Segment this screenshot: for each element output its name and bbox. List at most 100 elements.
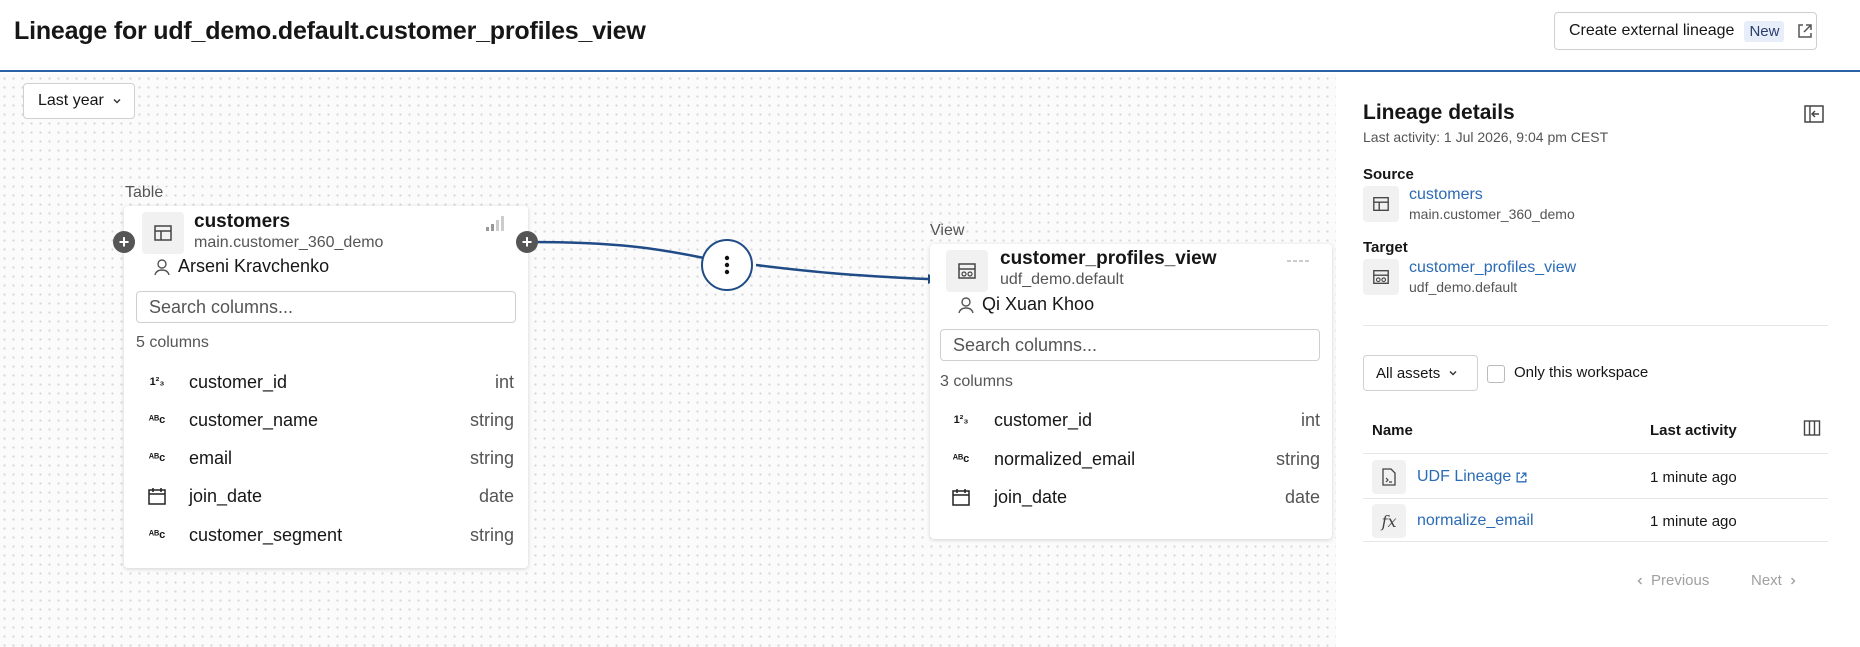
target-asset-schema: udf_demo.default [1409,279,1518,295]
table-row-name-link[interactable]: normalize_email [1417,512,1534,530]
source-label: Source [1363,166,1414,183]
kebab-menu-icon [724,255,730,275]
column-type: date [478,485,514,506]
expand-downstream-button[interactable]: + [516,231,538,253]
previous-page-button[interactable]: Previous [1635,572,1709,589]
column-name: normalized_email [994,448,1136,469]
integer-icon: 1²₃ [149,376,165,388]
last-activity-text: Last activity: 1 Jul 2026, 9:04 pm CEST [1363,129,1609,145]
function-icon: fx [1372,504,1406,538]
column-name: join_date [189,485,263,506]
column-name: customer_id [189,371,288,392]
chevron-right-icon [1790,577,1796,584]
source-node-name[interactable]: customers [194,211,290,233]
view-icon [1363,259,1399,295]
next-label: Next [1751,572,1782,589]
source-asset-link[interactable]: customers main.customer_360_demo [1363,186,1575,222]
target-node-schema: udf_demo.default [1000,271,1124,288]
column-name: customer_segment [189,524,343,545]
lineage-canvas[interactable]: Last year Table customers main.customer_… [0,74,1336,647]
target-node-name[interactable]: customer_profiles_view [1000,248,1216,270]
create-external-lineage-button[interactable]: Create external lineage New [1554,12,1817,50]
chevron-left-icon [1637,577,1642,584]
target-asset-name[interactable]: customer_profiles_view [1409,259,1576,277]
only-workspace-label[interactable]: Only this workspace [1514,364,1648,381]
source-column-count: 5 columns [136,334,209,351]
string-icon: ᴬᴮc [148,414,166,426]
target-column-row[interactable]: 1²₃ customer_id int [948,408,1320,432]
source-asset-name[interactable]: customers [1409,186,1575,204]
column-type: date [1284,486,1320,507]
calendar-icon [948,485,974,509]
table-divider [1363,498,1828,499]
table-row-name-link[interactable]: UDF Lineage [1417,468,1528,486]
table-header-activity[interactable]: Last activity [1650,422,1737,439]
table-divider [1363,453,1828,454]
target-column-search-input[interactable]: Search columns... [940,329,1320,361]
edge-options-button[interactable] [701,239,753,291]
collapse-panel-icon[interactable] [1803,104,1825,124]
source-column-row[interactable]: 1²₃ customer_id int [144,370,514,394]
new-badge: New [1744,20,1785,42]
row-time: 1 minute ago [1650,469,1737,486]
signal-empty-icon [1287,260,1309,262]
signal-strength-icon [486,216,504,231]
target-column-row[interactable]: ᴬᴮc normalized_email string [948,447,1320,471]
row-name: UDF Lineage [1417,468,1512,485]
previous-label: Previous [1651,572,1710,589]
view-icon [946,250,988,292]
source-node-type: Table [125,184,164,201]
table-header-name[interactable]: Name [1372,422,1413,439]
user-icon [154,258,170,275]
target-search-placeholder: Search columns... [953,334,1098,355]
source-column-row[interactable]: ᴬᴮc customer_segment string [144,523,514,547]
source-column-search-input[interactable]: Search columns... [136,291,516,323]
target-node-type: View [930,222,965,239]
table-divider [1363,541,1828,542]
lineage-details-panel: Lineage details Last activity: 1 Jul 202… [1337,74,1860,647]
asset-filter-dropdown[interactable]: All assets [1363,355,1478,391]
columns-icon[interactable] [1803,419,1821,437]
target-column-row[interactable]: join_date date [948,485,1320,509]
asset-filter-label: All assets [1376,364,1441,382]
panel-divider [1363,325,1828,326]
source-node-owner: Arseni Kravchenko [152,256,329,277]
panel-title: Lineage details [1363,101,1515,124]
target-node-card[interactable]: customer_profiles_view udf_demo.default … [930,244,1332,539]
source-search-placeholder: Search columns... [149,296,294,317]
next-page-button[interactable]: Next [1751,572,1798,589]
target-asset-link[interactable]: customer_profiles_view udf_demo.default [1363,259,1576,295]
external-link-icon [1798,24,1813,38]
column-type: int [1300,409,1320,430]
column-type: int [494,371,514,392]
source-owner-name: Arseni Kravchenko [178,256,330,276]
column-name: customer_id [994,409,1093,430]
page-header: Lineage for udf_demo.default.customer_pr… [0,0,1860,72]
column-type: string [469,447,514,468]
column-type: string [469,409,514,430]
column-type: string [1275,448,1320,469]
user-icon [958,296,974,313]
create-external-lineage-label: Create external lineage [1569,22,1735,39]
notebook-icon [1372,460,1406,494]
column-name: email [189,447,233,468]
expand-upstream-button[interactable]: + [113,231,135,253]
integer-icon: 1²₃ [953,414,969,426]
string-icon: ᴬᴮc [148,452,166,464]
calendar-icon [144,484,170,508]
source-column-row[interactable]: ᴬᴮc customer_name string [144,408,514,432]
column-name: join_date [994,486,1068,507]
column-type: string [469,524,514,545]
external-link-icon [1516,472,1527,482]
target-label: Target [1363,239,1408,256]
source-column-row[interactable]: join_date date [144,484,514,508]
source-node-schema: main.customer_360_demo [194,234,384,251]
source-node-card[interactable]: customers main.customer_360_demo Arseni … [124,206,528,568]
chevron-down-icon [1449,371,1457,376]
source-column-row[interactable]: ᴬᴮc email string [144,446,514,470]
string-icon: ᴬᴮc [148,529,166,541]
table-icon [142,212,184,254]
only-workspace-checkbox[interactable] [1487,365,1505,383]
string-icon: ᴬᴮc [952,453,970,465]
row-name: normalize_email [1417,512,1534,529]
